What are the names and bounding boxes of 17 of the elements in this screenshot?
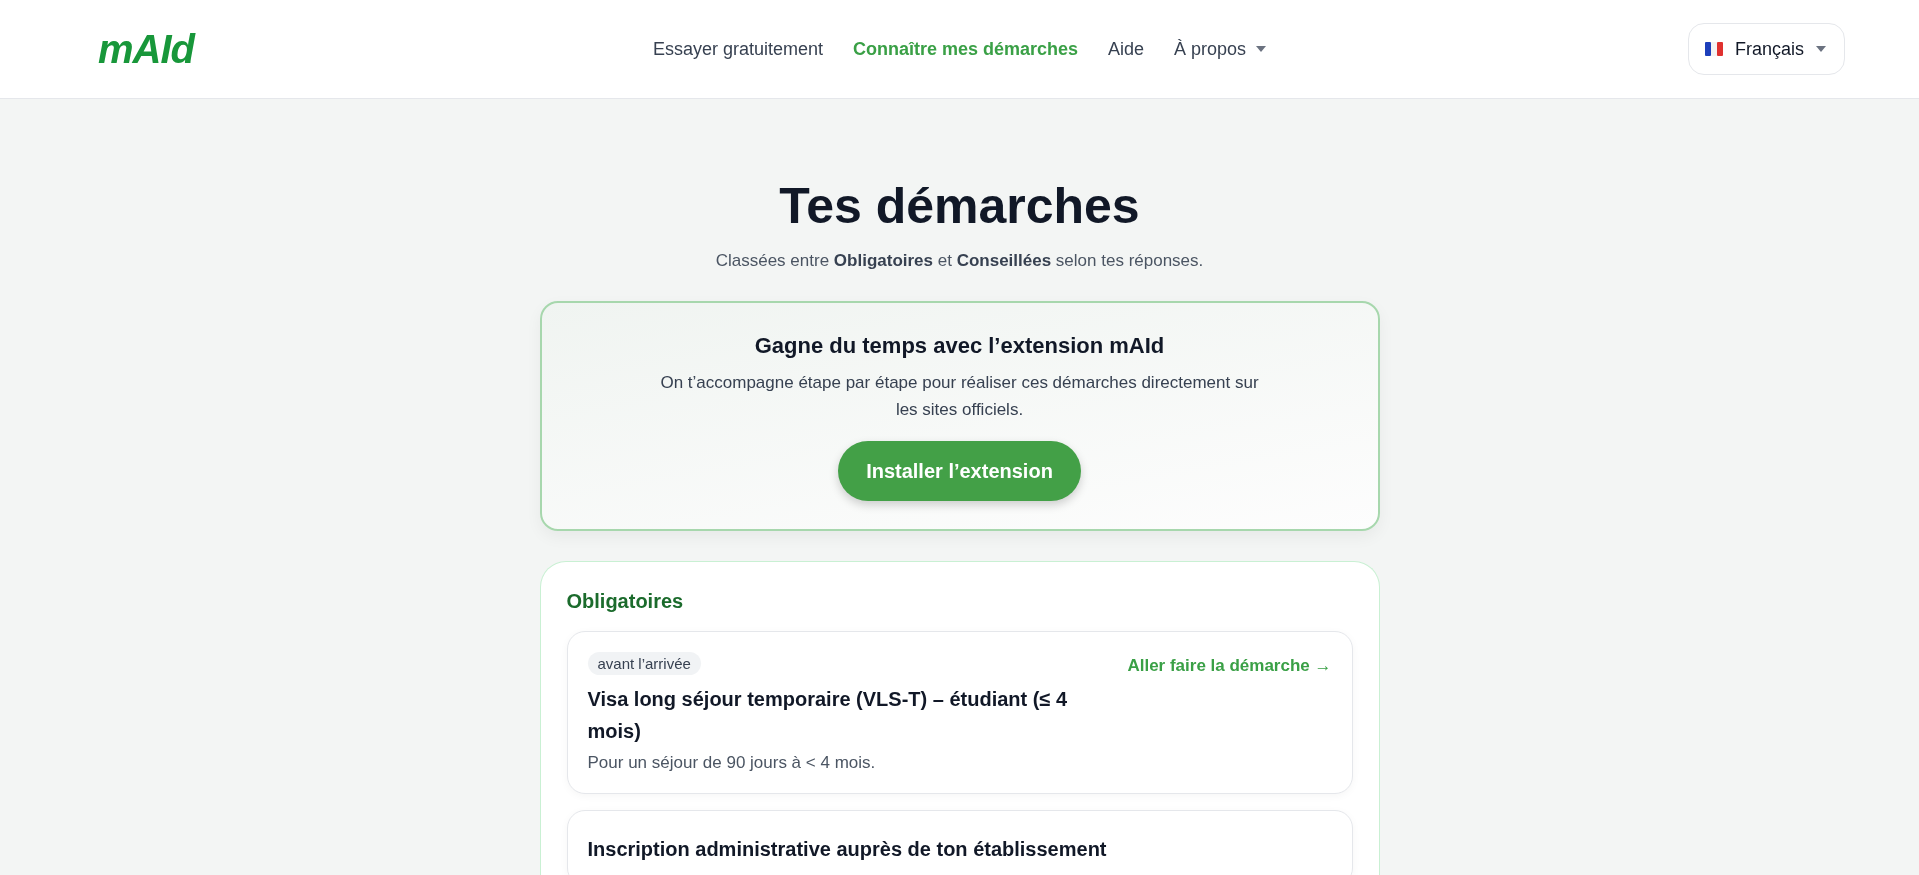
nav-link[interactable]: Aide <box>1108 38 1145 60</box>
subtitle: Classées entre Obligatoires et Conseillées selon tes réponses. <box>715 251 1204 271</box>
flag-icon <box>1704 42 1723 56</box>
logo[interactable]: mAId <box>98 26 194 72</box>
caret-icon <box>1256 46 1267 52</box>
caret-icon <box>1816 46 1826 52</box>
section-title: Obligatoires <box>566 590 685 613</box>
step-title: Inscription administrative auprès de ton établissement <box>587 837 1107 862</box>
step-title: Visa long séjour temporaire (VLS-T) – étudiant (≤ 4 mois) <box>587 687 1069 744</box>
promo-title: Gagne du temps avec l’extension mAId <box>754 333 1165 359</box>
nav-link[interactable]: À propos <box>1174 38 1267 60</box>
timing-tag: avant l’arrivée <box>587 652 701 675</box>
page-title: Tes démarches <box>779 177 1140 235</box>
step-description: Pour un séjour de 90 jours à < 4 mois. <box>587 753 876 773</box>
promo-text: On t’accompagne étape par étape pour réaliser ces démarches directement sur les sites officiels. <box>659 372 1260 421</box>
language-selector[interactable]: Français <box>1687 23 1845 75</box>
nav-link[interactable]: Essayer gratuitement <box>652 38 823 60</box>
